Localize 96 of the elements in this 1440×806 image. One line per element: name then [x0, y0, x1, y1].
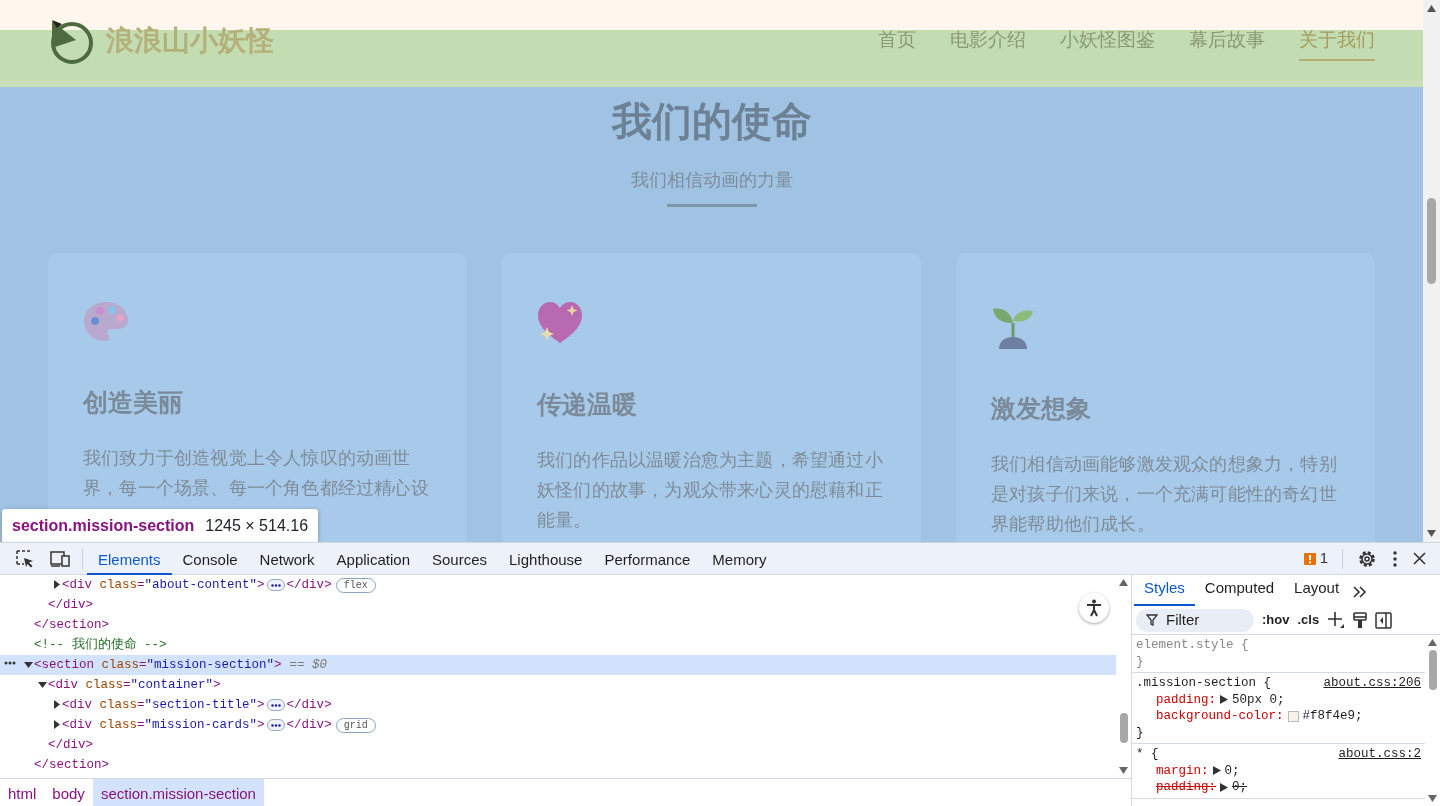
panel-tab[interactable]: Performance — [593, 542, 702, 575]
expand-arrow-icon[interactable] — [52, 700, 62, 710]
dots-icon — [270, 723, 281, 727]
dom-tag-text: <div class="mission-cards"> — [62, 716, 265, 734]
selected-dom-node[interactable]: <section class="mission-section"> == $0 — [0, 655, 1116, 675]
dom-tag-text: </div> — [286, 716, 332, 734]
scroll-down-arrow-icon[interactable] — [1428, 795, 1437, 802]
section-title: 我们的使命 — [610, 98, 813, 145]
filter-box[interactable]: Filter — [1136, 608, 1254, 632]
panel-tab[interactable]: Lighthouse — [498, 542, 594, 575]
property-name: margin: — [1156, 762, 1209, 779]
property-value: 0; — [1224, 762, 1240, 779]
rule-end: } — [1136, 724, 1145, 741]
collapsed-content-button[interactable] — [266, 699, 285, 711]
expand-arrow-icon[interactable] — [52, 580, 62, 590]
card-description: 我们致力于创造视觉上令人惊叹的动画世界，每一个场景、每一个角色都经过精心设 — [83, 447, 430, 500]
property-value: #f8f4e9; — [1302, 708, 1363, 725]
panel-tab[interactable]: Network — [248, 542, 326, 575]
sidebar-tab[interactable]: Styles — [1134, 572, 1195, 606]
rule-end: } — [1136, 653, 1145, 670]
paint-brush-icon[interactable] — [1353, 611, 1368, 629]
element-size: 1245 × 514.16 — [205, 516, 309, 536]
dom-tag-text: </section> — [34, 616, 110, 634]
filter-icon — [1146, 614, 1158, 626]
dom-tag-text: </div> — [286, 696, 332, 714]
panel-tab[interactable]: Memory — [701, 542, 778, 575]
property-value: 50px 0; — [1232, 691, 1285, 708]
property-name: padding: — [1156, 691, 1216, 708]
rule-selector: * { — [1136, 746, 1159, 763]
dots-icon — [270, 703, 281, 707]
issues-count: 1 — [1319, 548, 1328, 569]
add-rule-icon[interactable] — [1327, 611, 1346, 629]
dom-tag-text: <div class="container"> — [48, 676, 221, 694]
scroll-down-arrow-icon[interactable] — [1119, 767, 1128, 774]
breadcrumb[interactable]: body — [44, 779, 93, 806]
expand-arrow-icon[interactable] — [1212, 766, 1221, 776]
color-swatch[interactable] — [1287, 710, 1299, 722]
element-selector: section.mission-section — [12, 516, 195, 536]
accessibility-icon[interactable] — [1079, 593, 1109, 623]
rule-selector: .mission-section { — [1136, 675, 1272, 692]
scroll-up-arrow-icon[interactable] — [1428, 639, 1437, 646]
heart-sparkle-icon — [537, 301, 583, 345]
node-actions-icon[interactable] — [4, 661, 16, 665]
sidebar-toggle-icon[interactable] — [1375, 611, 1393, 629]
panel-tab[interactable]: Application — [325, 542, 421, 575]
expand-arrow-icon[interactable] — [1220, 695, 1228, 705]
rule-selector: element.style { — [1136, 637, 1249, 654]
panel-tab[interactable]: Elements — [87, 542, 172, 575]
section-subtitle: 我们相信动画的力量 — [629, 169, 794, 192]
panel-tab[interactable]: Sources — [421, 542, 498, 575]
dom-tag-text: <div class="section-title"> — [62, 696, 265, 714]
card-title: 传递温暖 — [537, 389, 638, 419]
collapse-arrow-icon[interactable] — [38, 680, 48, 690]
dom-comment: <!-- 我们的使命 --> — [34, 636, 167, 654]
source-link[interactable]: about.css:2 — [1338, 746, 1421, 763]
property-name: background-color: — [1156, 708, 1284, 725]
breadcrumb[interactable]: html — [0, 779, 45, 806]
scroll-down-arrow-icon[interactable] — [1427, 530, 1436, 537]
hover-state-toggle[interactable]: :hov — [1262, 610, 1290, 630]
site-title: 浪浪山小妖怪 — [106, 23, 274, 58]
expand-arrow-icon[interactable] — [52, 720, 62, 730]
expand-arrow-icon[interactable] — [1220, 782, 1228, 792]
issue-icon — [1303, 552, 1316, 565]
dom-tag-text: </div> — [48, 596, 94, 614]
card-title: 激发想象 — [991, 393, 1092, 423]
issues-button[interactable]: 1 — [1295, 547, 1336, 570]
source-link[interactable]: about.css:206 — [1323, 675, 1421, 692]
filter-field[interactable]: Filter — [1166, 608, 1236, 632]
scrollbar-thumb[interactable] — [1119, 713, 1128, 743]
sidebar-tab[interactable]: Layout — [1284, 572, 1350, 606]
collapsed-content-button[interactable] — [266, 719, 285, 731]
selected-marker: == $0 — [289, 656, 328, 674]
card-title: 创造美丽 — [83, 387, 184, 417]
page-scrollbar[interactable] — [1423, 0, 1440, 542]
palette-icon — [83, 301, 129, 343]
collapsed-content-button[interactable] — [266, 579, 285, 591]
dom-tag-text: </div> — [48, 736, 94, 754]
card-description: 我们的作品以温暖治愈为主题，希望通过小妖怪们的故事，为观众带来心灵的慰藉和正能量。 — [537, 449, 884, 532]
logo-icon — [48, 17, 94, 64]
dom-tag-text: </section> — [34, 756, 110, 774]
property-name: padding: — [1156, 779, 1216, 796]
collapse-arrow-icon[interactable] — [24, 660, 34, 670]
scroll-up-arrow-icon[interactable] — [1427, 5, 1436, 12]
sidebar-tab[interactable]: Computed — [1194, 572, 1285, 606]
dom-tag-text: <section class="mission-section"> — [34, 656, 282, 674]
dom-tag-text: </div> — [286, 576, 332, 594]
dots-icon — [270, 583, 281, 587]
class-toggle[interactable]: .cls — [1297, 610, 1320, 630]
breadcrumb[interactable]: section.mission-section — [92, 779, 264, 806]
card-description: 我们相信动画能够激发观众的想象力，特别是对孩子们来说，一个充满可能性的奇幻世界能帮助他们成长。 — [991, 453, 1338, 536]
scrollbar-thumb[interactable] — [1428, 650, 1437, 690]
scrollbar-thumb[interactable] — [1427, 198, 1436, 284]
panel-tab[interactable]: Console — [171, 542, 249, 575]
property-value: 0; — [1232, 779, 1248, 796]
scroll-up-arrow-icon[interactable] — [1119, 579, 1128, 586]
dom-tag-text: <div class="about-content"> — [62, 576, 265, 594]
